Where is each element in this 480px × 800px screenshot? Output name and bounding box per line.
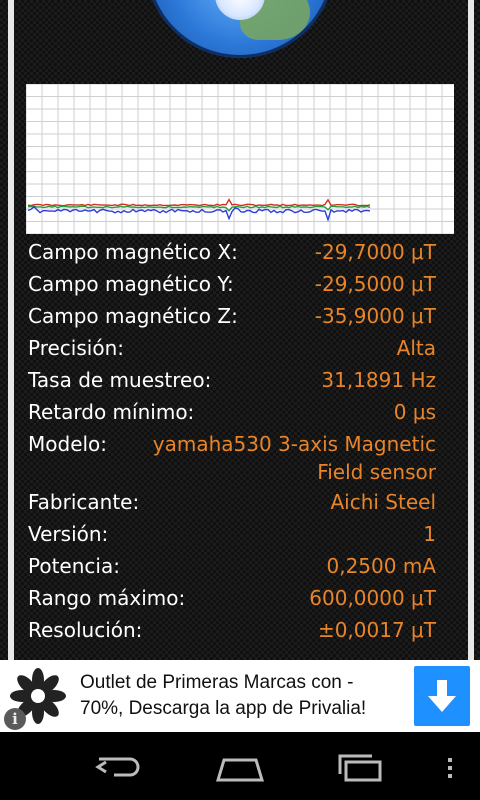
overflow-menu-icon <box>448 758 452 778</box>
chart-svg <box>26 84 454 234</box>
value-precision: Alta <box>396 336 436 360</box>
value-retardo-minimo: 0 μs <box>393 400 436 424</box>
value-campo-z: -35,9000 μT <box>314 304 436 328</box>
magnetic-field-chart <box>26 84 454 234</box>
label-retardo-minimo: Retardo mínimo: <box>28 400 195 424</box>
value-modelo-line2: Field sensor <box>317 460 436 484</box>
row-modelo: Modelo: yamaha530 3-axis Magnetic Field … <box>26 428 436 484</box>
back-arrow-icon <box>95 757 140 777</box>
home-button[interactable] <box>210 750 270 784</box>
ad-text-line2: 70%, Descarga la app de Privalia! <box>80 698 367 719</box>
download-button[interactable] <box>414 666 470 726</box>
row-precision: Precisión: Alta <box>26 332 436 364</box>
compass-logo: S <box>145 0 335 58</box>
ad-banner[interactable]: Outlet de Primeras Marcas con - 70%, Des… <box>0 660 480 732</box>
label-campo-x: Campo magnético X: <box>28 240 238 264</box>
row-campo-z: Campo magnético Z: -35,9000 μT <box>26 300 436 332</box>
frame-left <box>8 0 14 660</box>
menu-button[interactable] <box>430 750 470 784</box>
frame-right <box>468 0 474 660</box>
recent-apps-icon <box>338 754 382 782</box>
value-rango-maximo: 600,0000 μT <box>309 586 436 610</box>
label-version: Versión: <box>28 522 109 546</box>
value-campo-y: -29,5000 μT <box>314 272 436 296</box>
row-rango-maximo: Rango máximo: 600,0000 μT <box>26 582 436 614</box>
series-line-red <box>27 198 371 207</box>
recent-apps-button[interactable] <box>330 750 390 784</box>
ad-text-line1: Outlet de Primeras Marcas con - <box>80 672 354 693</box>
ad-text[interactable]: Outlet de Primeras Marcas con - 70%, Des… <box>80 670 400 722</box>
row-tasa-muestreo: Tasa de muestreo: 31,1891 Hz <box>26 364 436 396</box>
back-button[interactable] <box>90 750 150 784</box>
label-modelo: Modelo: <box>28 432 108 456</box>
label-precision: Precisión: <box>28 336 124 360</box>
home-icon <box>215 758 265 782</box>
navigation-bar <box>0 732 480 800</box>
label-potencia: Potencia: <box>28 554 120 578</box>
value-fabricante: Aichi Steel <box>330 490 436 514</box>
label-fabricante: Fabricante: <box>28 490 140 514</box>
row-potencia: Potencia: 0,2500 mA <box>26 550 436 582</box>
label-resolucion: Resolución: <box>28 618 143 642</box>
label-campo-y: Campo magnético Y: <box>28 272 234 296</box>
label-rango-maximo: Rango máximo: <box>28 586 186 610</box>
label-tasa-muestreo: Tasa de muestreo: <box>28 368 212 392</box>
value-campo-x: -29,7000 μT <box>314 240 436 264</box>
row-resolucion: Resolución: ±0,0017 μT <box>26 614 436 646</box>
row-fabricante: Fabricante: Aichi Steel <box>26 486 436 518</box>
row-campo-y: Campo magnético Y: -29,5000 μT <box>26 268 436 300</box>
value-tasa-muestreo: 31,1891 Hz <box>321 368 436 392</box>
download-arrow-icon <box>428 680 456 712</box>
row-campo-x: Campo magnético X: -29,7000 μT <box>26 236 436 268</box>
value-resolucion: ±0,0017 μT <box>317 618 436 642</box>
value-potencia: 0,2500 mA <box>326 554 436 578</box>
sensor-screen: S Campo magnético X: -29,7000 μT Campo m… <box>0 0 480 660</box>
value-version: 1 <box>423 522 436 546</box>
row-retardo-minimo: Retardo mínimo: 0 μs <box>26 396 436 428</box>
ad-info-icon[interactable]: i <box>4 708 26 730</box>
row-version: Versión: 1 <box>26 518 436 550</box>
label-campo-z: Campo magnético Z: <box>28 304 238 328</box>
